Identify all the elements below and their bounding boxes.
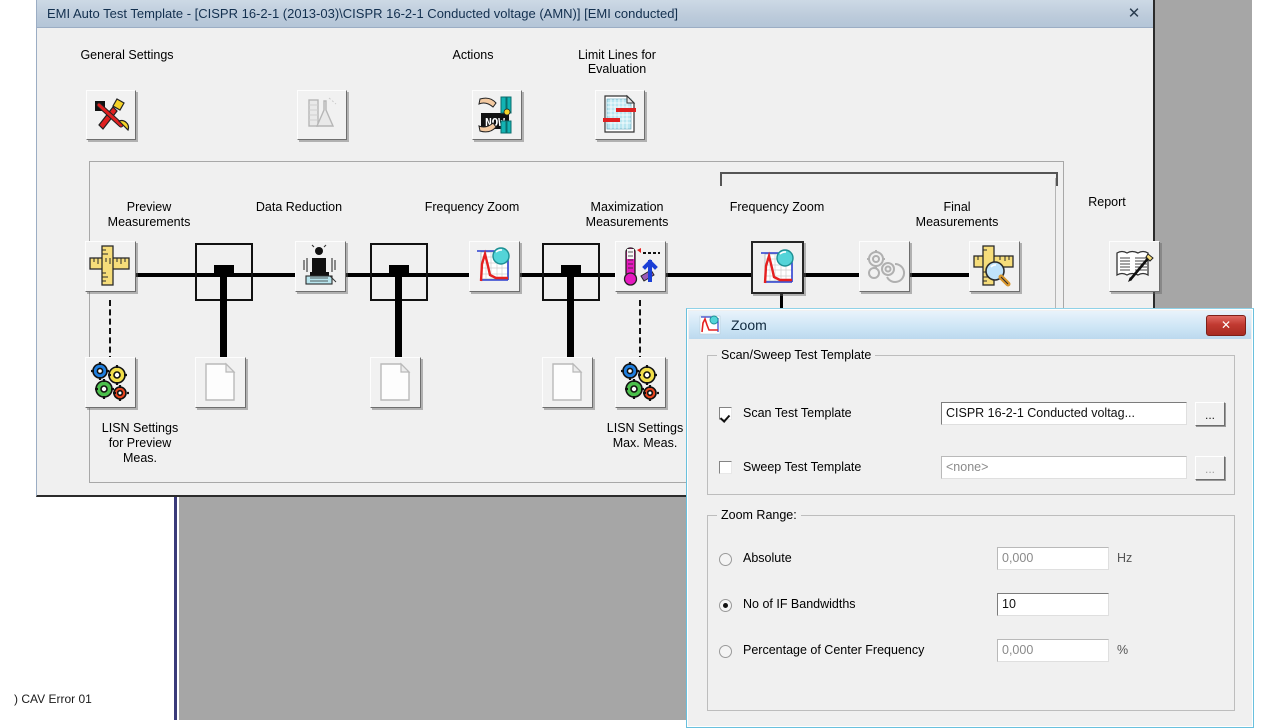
zoom-dialog-title-bar[interactable]: Zoom ✕ bbox=[689, 311, 1251, 339]
zoom-range-input-if-bandwidths[interactable]: 10 bbox=[997, 593, 1109, 616]
desktop-right-panel bbox=[1252, 0, 1280, 720]
sweep-test-template-label: Sweep Test Template bbox=[743, 460, 862, 474]
window-title: EMI Auto Test Template - [CISPR 16-2-1 (… bbox=[47, 6, 679, 21]
zoom-range-radio-if-bandwidths[interactable] bbox=[719, 599, 732, 612]
maximization-measurements-button[interactable] bbox=[615, 241, 666, 292]
zoom-range-input-absolute[interactable]: 0,000 bbox=[997, 547, 1109, 570]
flow-stub-2b bbox=[395, 265, 402, 365]
data-reduction-icon bbox=[296, 242, 343, 289]
report-divider bbox=[1055, 178, 1056, 318]
report-button[interactable] bbox=[1109, 241, 1160, 292]
freq-zoom-icon bbox=[754, 244, 801, 291]
report-pen-icon bbox=[1110, 242, 1157, 289]
zoom-range-label-percentage: Percentage of Center Frequency bbox=[743, 643, 925, 657]
freq-zoom-icon bbox=[699, 315, 721, 338]
flow-label-frequency-zoom-2: Frequency Zoom bbox=[729, 200, 825, 214]
toolbar-label-limit-lines: Limit Lines for Evaluation bbox=[578, 48, 656, 76]
document-icon bbox=[543, 358, 590, 405]
zoom-range-group-title: Zoom Range: bbox=[717, 508, 801, 522]
sweep-test-template-browse-button[interactable]: ... bbox=[1195, 456, 1225, 480]
zoom-range-label-absolute: Absolute bbox=[743, 551, 792, 565]
toolbar-label-actions: Actions bbox=[452, 48, 494, 62]
data-reduction-button[interactable] bbox=[295, 241, 346, 292]
status-text: ) CAV Error 01 bbox=[14, 692, 92, 706]
zoom-range-group bbox=[707, 515, 1235, 711]
actions-button[interactable]: NOW bbox=[472, 90, 522, 140]
flow-stub-1b bbox=[220, 265, 227, 365]
thermometer-arrow-icon bbox=[616, 242, 663, 289]
document-button-2[interactable] bbox=[370, 357, 421, 408]
scan-test-template-input[interactable]: CISPR 16-2-1 Conducted voltag... bbox=[941, 402, 1187, 425]
group-bracket bbox=[720, 172, 1058, 186]
toolbar-label-general-settings: General Settings bbox=[80, 48, 174, 62]
gears-step-button-disabled bbox=[859, 241, 910, 292]
zoom-dialog: Zoom ✕ Scan/Sweep Test Template Scan Tes… bbox=[686, 308, 1254, 728]
window-close-button[interactable]: ✕ bbox=[1123, 4, 1145, 24]
flow-label-final-measurements: Final Measurements bbox=[915, 200, 999, 229]
limit-lines-icon bbox=[596, 91, 642, 137]
ruler-magnifier-icon bbox=[970, 242, 1017, 289]
limit-lines-button[interactable] bbox=[595, 90, 645, 140]
frequency-zoom-button-1[interactable] bbox=[469, 241, 520, 292]
lisn-settings-max-button[interactable] bbox=[615, 357, 666, 408]
ruler-cross-icon bbox=[86, 242, 133, 289]
flask-button-disabled bbox=[297, 90, 347, 140]
flow-label-report: Report bbox=[1088, 195, 1126, 209]
final-measurements-button[interactable] bbox=[969, 241, 1020, 292]
flow-stub-3b bbox=[567, 265, 574, 365]
scan-test-template-browse-button[interactable]: ... bbox=[1195, 402, 1225, 426]
flow-label-lisn-preview: LISN Settings for Preview Meas. bbox=[101, 421, 179, 465]
zoom-range-unit-percentage: % bbox=[1117, 643, 1129, 657]
scan-test-template-checkbox[interactable] bbox=[719, 407, 732, 420]
zoom-dialog-title: Zoom bbox=[731, 317, 767, 333]
gears-color-icon bbox=[86, 358, 133, 405]
zoom-range-label-if-bandwidths: No of IF Bandwidths bbox=[743, 597, 856, 611]
flow-label-maximization-measurements: Maximization Measurements bbox=[585, 200, 669, 229]
flask-beaker-icon bbox=[298, 91, 344, 137]
hands-now-icon: NOW bbox=[473, 91, 519, 137]
sweep-test-template-input[interactable]: <none> bbox=[941, 456, 1187, 479]
document-icon bbox=[196, 358, 243, 405]
zoom-range-unit-absolute: Hz bbox=[1117, 551, 1133, 565]
freq-zoom-icon bbox=[470, 242, 517, 289]
document-button-3[interactable] bbox=[542, 357, 593, 408]
zoom-range-radio-percentage[interactable] bbox=[719, 645, 732, 658]
gears-disabled-icon bbox=[860, 242, 907, 289]
window-title-bar[interactable]: EMI Auto Test Template - [CISPR 16-2-1 (… bbox=[37, 0, 1153, 28]
flow-label-lisn-max: LISN Settings Max. Meas. bbox=[606, 421, 684, 450]
flow-label-preview-measurements: Preview Measurements bbox=[107, 200, 191, 229]
flow-label-frequency-zoom-1: Frequency Zoom bbox=[424, 200, 520, 214]
document-button-1[interactable] bbox=[195, 357, 246, 408]
gears-color-icon bbox=[616, 358, 663, 405]
flow-dashed-connector-max bbox=[639, 300, 641, 362]
flow-label-data-reduction: Data Reduction bbox=[255, 200, 343, 214]
lisn-settings-preview-button[interactable] bbox=[85, 357, 136, 408]
flow-dashed-connector-preview bbox=[109, 300, 111, 362]
general-settings-button[interactable] bbox=[86, 90, 136, 140]
scan-test-template-label: Scan Test Template bbox=[743, 406, 852, 420]
sweep-test-template-checkbox[interactable] bbox=[719, 461, 732, 474]
document-icon bbox=[371, 358, 418, 405]
frequency-zoom-button-2-selected[interactable] bbox=[751, 241, 804, 294]
hammer-wrench-icon bbox=[87, 91, 133, 137]
panel-divider-highlight bbox=[177, 492, 179, 720]
zoom-range-input-percentage[interactable]: 0,000 bbox=[997, 639, 1109, 662]
scan-sweep-group-title: Scan/Sweep Test Template bbox=[717, 348, 876, 362]
zoom-range-radio-absolute[interactable] bbox=[719, 553, 732, 566]
zoom-dialog-close-button[interactable]: ✕ bbox=[1206, 315, 1246, 336]
preview-measurements-button[interactable] bbox=[85, 241, 136, 292]
